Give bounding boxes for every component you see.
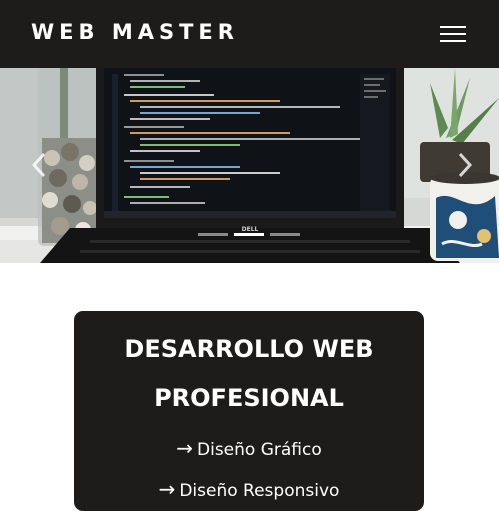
chevron-right-icon <box>458 152 473 178</box>
navbar: WEB MASTER <box>0 0 499 68</box>
arrow-right-icon: → <box>176 436 193 460</box>
carousel-indicator-3[interactable] <box>270 233 300 236</box>
svg-text:DELL: DELL <box>242 226 259 233</box>
card-title-line-2: PROFESIONAL <box>154 384 344 412</box>
carousel-next-button[interactable] <box>452 148 476 182</box>
service-label: Diseño Gráfico <box>197 440 322 460</box>
arrow-right-icon: → <box>158 477 176 501</box>
carousel-indicator-1[interactable] <box>198 233 228 236</box>
carousel-prev-button[interactable] <box>28 148 52 182</box>
hamburger-menu-icon[interactable] <box>436 20 470 48</box>
hero-carousel: DELL <box>0 68 499 263</box>
service-item-diseno-responsivo[interactable]: → Diseño Responsivo <box>74 477 424 503</box>
brand-logo[interactable]: WEB MASTER <box>31 18 239 46</box>
service-label: Diseño Responsivo <box>179 481 340 501</box>
services-card: DESARROLLO WEB PROFESIONAL → Diseño Gráfi… <box>74 311 424 511</box>
card-title: DESARROLLO WEB PROFESIONAL <box>74 325 424 423</box>
mug-image <box>430 172 499 261</box>
carousel-indicator-2[interactable] <box>234 233 264 236</box>
card-title-line-1: DESARROLLO WEB <box>124 335 374 363</box>
carousel-indicators <box>198 233 300 237</box>
service-item-diseno-grafico[interactable]: → Diseño Gráfico <box>74 436 424 462</box>
chevron-left-icon <box>31 152 46 178</box>
